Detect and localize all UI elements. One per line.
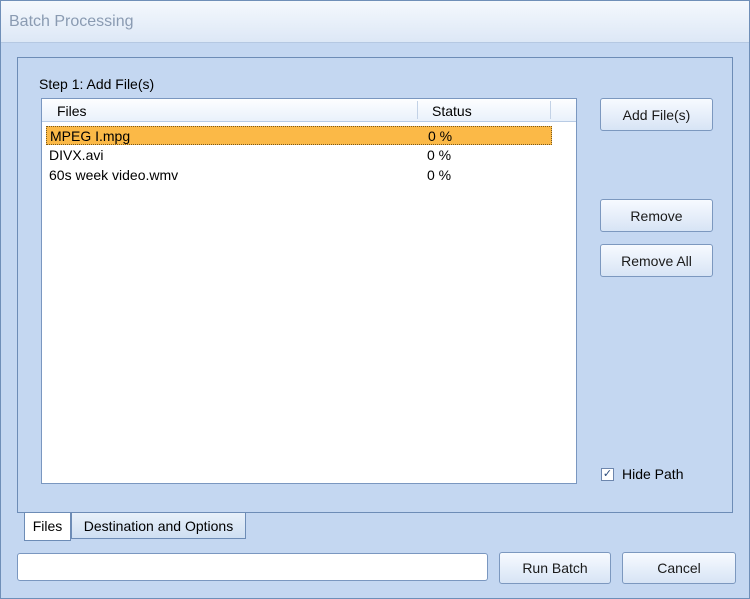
remove-button[interactable]: Remove [600, 199, 713, 232]
batch-processing-window: Batch Processing Step 1: Add File(s) Fil… [0, 0, 750, 599]
column-separator[interactable] [550, 101, 551, 119]
file-list[interactable]: Files Status MPEG I.mpg 0 % DIVX.avi 0 %… [41, 98, 577, 484]
column-separator[interactable] [417, 101, 418, 119]
tab-strip: Files Destination and Options [17, 513, 737, 541]
column-header-files[interactable]: Files [57, 103, 87, 119]
remove-all-button[interactable]: Remove All [600, 244, 713, 277]
file-status: 0 % [428, 128, 453, 144]
hide-path-checkbox[interactable]: ✓ [601, 468, 614, 481]
column-header-status[interactable]: Status [432, 103, 472, 119]
cancel-button[interactable]: Cancel [622, 552, 736, 584]
file-name: DIVX.avi [49, 147, 104, 163]
file-row[interactable]: 60s week video.wmv 0 % [46, 166, 552, 185]
title-bar: Batch Processing [1, 1, 749, 43]
batch-progress-bar [17, 553, 488, 581]
file-status: 0 % [427, 147, 452, 163]
step-label: Step 1: Add File(s) [39, 76, 155, 92]
add-files-button[interactable]: Add File(s) [600, 98, 713, 131]
window-title: Batch Processing [9, 13, 134, 30]
file-status: 0 % [427, 167, 452, 183]
tab-destination-options[interactable]: Destination and Options [71, 513, 246, 539]
file-row[interactable]: MPEG I.mpg 0 % [46, 126, 552, 145]
file-row[interactable]: DIVX.avi 0 % [46, 146, 552, 165]
tab-files-label: Files [32, 518, 63, 534]
hide-path-label[interactable]: Hide Path [622, 466, 683, 482]
list-header: Files Status [42, 99, 576, 122]
file-name: 60s week video.wmv [49, 167, 179, 183]
tab-files[interactable]: Files [24, 513, 71, 541]
file-name: MPEG I.mpg [50, 128, 131, 144]
run-batch-button[interactable]: Run Batch [499, 552, 611, 584]
files-tab-panel: Step 1: Add File(s) Files Status MPEG I.… [17, 57, 733, 513]
tab-destination-options-label: Destination and Options [83, 518, 234, 534]
